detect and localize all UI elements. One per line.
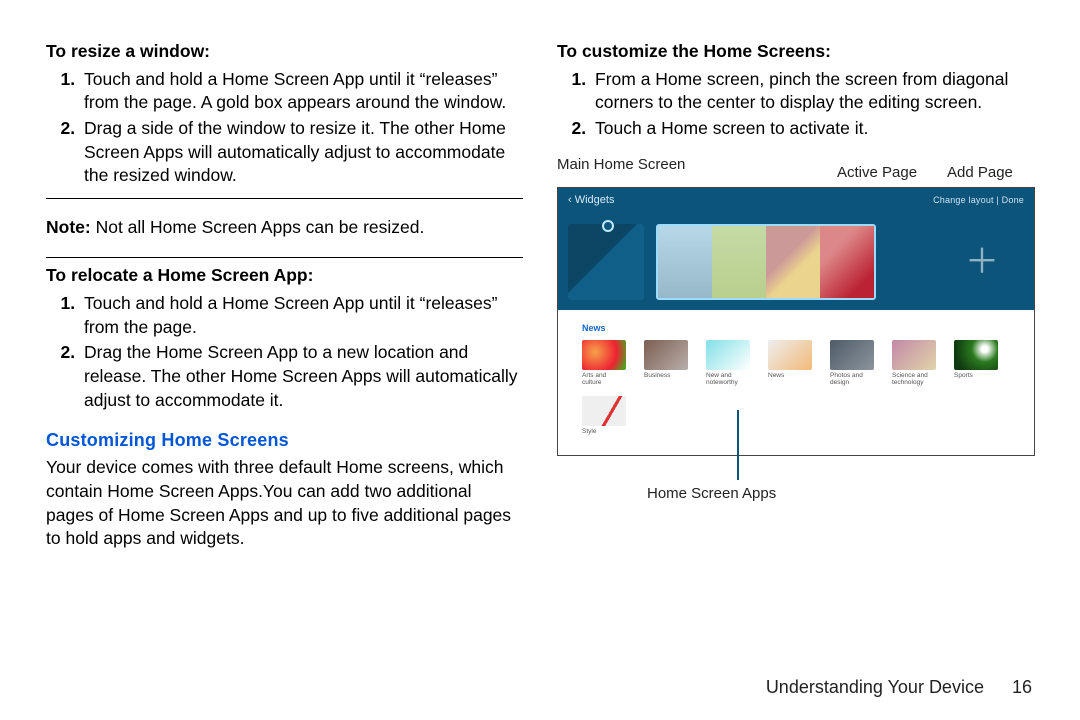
list-item: Drag the Home Screen App to a new locati…: [80, 341, 523, 412]
topbar-title: ‹ Widgets: [568, 193, 614, 208]
add-page-thumbnail: ＋: [940, 224, 1024, 300]
thumb-icon: [892, 340, 936, 370]
customize-steps: From a Home screen, pinch the screen fro…: [557, 68, 1034, 141]
device-screenshot: ‹ Widgets Change layout | Done ＋ News: [557, 187, 1035, 457]
category-label: News: [768, 372, 784, 379]
active-page-thumbnail: [656, 224, 876, 300]
tile: [658, 226, 712, 298]
pointer-line: [737, 410, 739, 480]
category-item: Sports: [954, 340, 998, 386]
thumb-icon: [768, 340, 812, 370]
left-column: To resize a window: Touch and hold a Hom…: [46, 40, 523, 640]
page-footer: Understanding Your Device 16: [766, 677, 1032, 698]
category-item: Style: [582, 396, 626, 435]
thumb-icon: [830, 340, 874, 370]
customizing-body: Your device comes with three default Hom…: [46, 456, 523, 551]
category-row: Arts and culture Business New and notewo…: [582, 340, 1024, 386]
category-row: Style: [582, 396, 1024, 435]
page-body: To resize a window: Touch and hold a Hom…: [0, 0, 1080, 640]
label-home-screen-apps: Home Screen Apps: [647, 484, 776, 504]
category-item: Science and technology: [892, 340, 936, 386]
callout-labels-top: Main Home Screen Active Page Add Page: [557, 151, 1034, 183]
device-topbar: ‹ Widgets Change layout | Done: [558, 188, 1034, 214]
category-item: Business: [644, 340, 688, 386]
category-label: Photos and design: [830, 372, 863, 386]
thumb-icon: [954, 340, 998, 370]
label-main-home-screen: Main Home Screen: [557, 155, 685, 175]
category-label: Science and technology: [892, 372, 928, 386]
tile: [712, 226, 766, 298]
label-active-page: Active Page: [837, 163, 917, 183]
list-item: Drag a side of the window to resize it. …: [80, 117, 523, 188]
list-item: Touch and hold a Home Screen App until i…: [80, 292, 523, 339]
main-home-thumbnail: [568, 224, 644, 300]
resize-steps: Touch and hold a Home Screen App until i…: [46, 68, 523, 188]
thumb-icon: [582, 396, 626, 426]
note-line: Note: Not all Home Screen Apps can be re…: [46, 216, 523, 240]
list-item: Touch a Home screen to activate it.: [591, 117, 1034, 141]
home-indicator-icon: [602, 220, 614, 232]
footer-section: Understanding Your Device: [766, 677, 984, 697]
footer-page-number: 16: [1012, 677, 1032, 697]
tile: [766, 226, 820, 298]
list-item: Touch and hold a Home Screen App until i…: [80, 68, 523, 115]
category-label: New and noteworthy: [706, 372, 738, 386]
category-item: New and noteworthy: [706, 340, 750, 386]
tile: [820, 226, 874, 298]
category-item: News: [768, 340, 812, 386]
categories-title: News: [582, 322, 1024, 334]
resize-window-heading: To resize a window:: [46, 40, 523, 64]
divider: [46, 257, 523, 258]
right-column: To customize the Home Screens: From a Ho…: [557, 40, 1034, 640]
plus-icon: ＋: [965, 245, 999, 279]
thumb-icon: [582, 340, 626, 370]
thumb-icon: [706, 340, 750, 370]
widget-categories: News Arts and culture Business New and n…: [558, 310, 1034, 456]
relocate-steps: Touch and hold a Home Screen App until i…: [46, 292, 523, 412]
category-label: Arts and culture: [582, 372, 606, 386]
list-item: From a Home screen, pinch the screen fro…: [591, 68, 1034, 115]
topbar-actions: Change layout | Done: [933, 194, 1024, 206]
thumb-icon: [644, 340, 688, 370]
customizing-heading: Customizing Home Screens: [46, 428, 523, 452]
category-item: Arts and culture: [582, 340, 626, 386]
label-add-page: Add Page: [947, 163, 1013, 183]
divider: [46, 198, 523, 199]
home-pages-row: ＋: [558, 214, 1034, 310]
category-label: Sports: [954, 372, 973, 379]
category-item: Photos and design: [830, 340, 874, 386]
callout-labels-bottom: Home Screen Apps: [557, 460, 1034, 496]
category-label: Style: [582, 428, 596, 435]
category-label: Business: [644, 372, 670, 379]
note-body: Not all Home Screen Apps can be resized.: [91, 217, 425, 237]
note-prefix: Note:: [46, 217, 91, 237]
customize-heading: To customize the Home Screens:: [557, 40, 1034, 64]
relocate-heading: To relocate a Home Screen App:: [46, 264, 523, 288]
